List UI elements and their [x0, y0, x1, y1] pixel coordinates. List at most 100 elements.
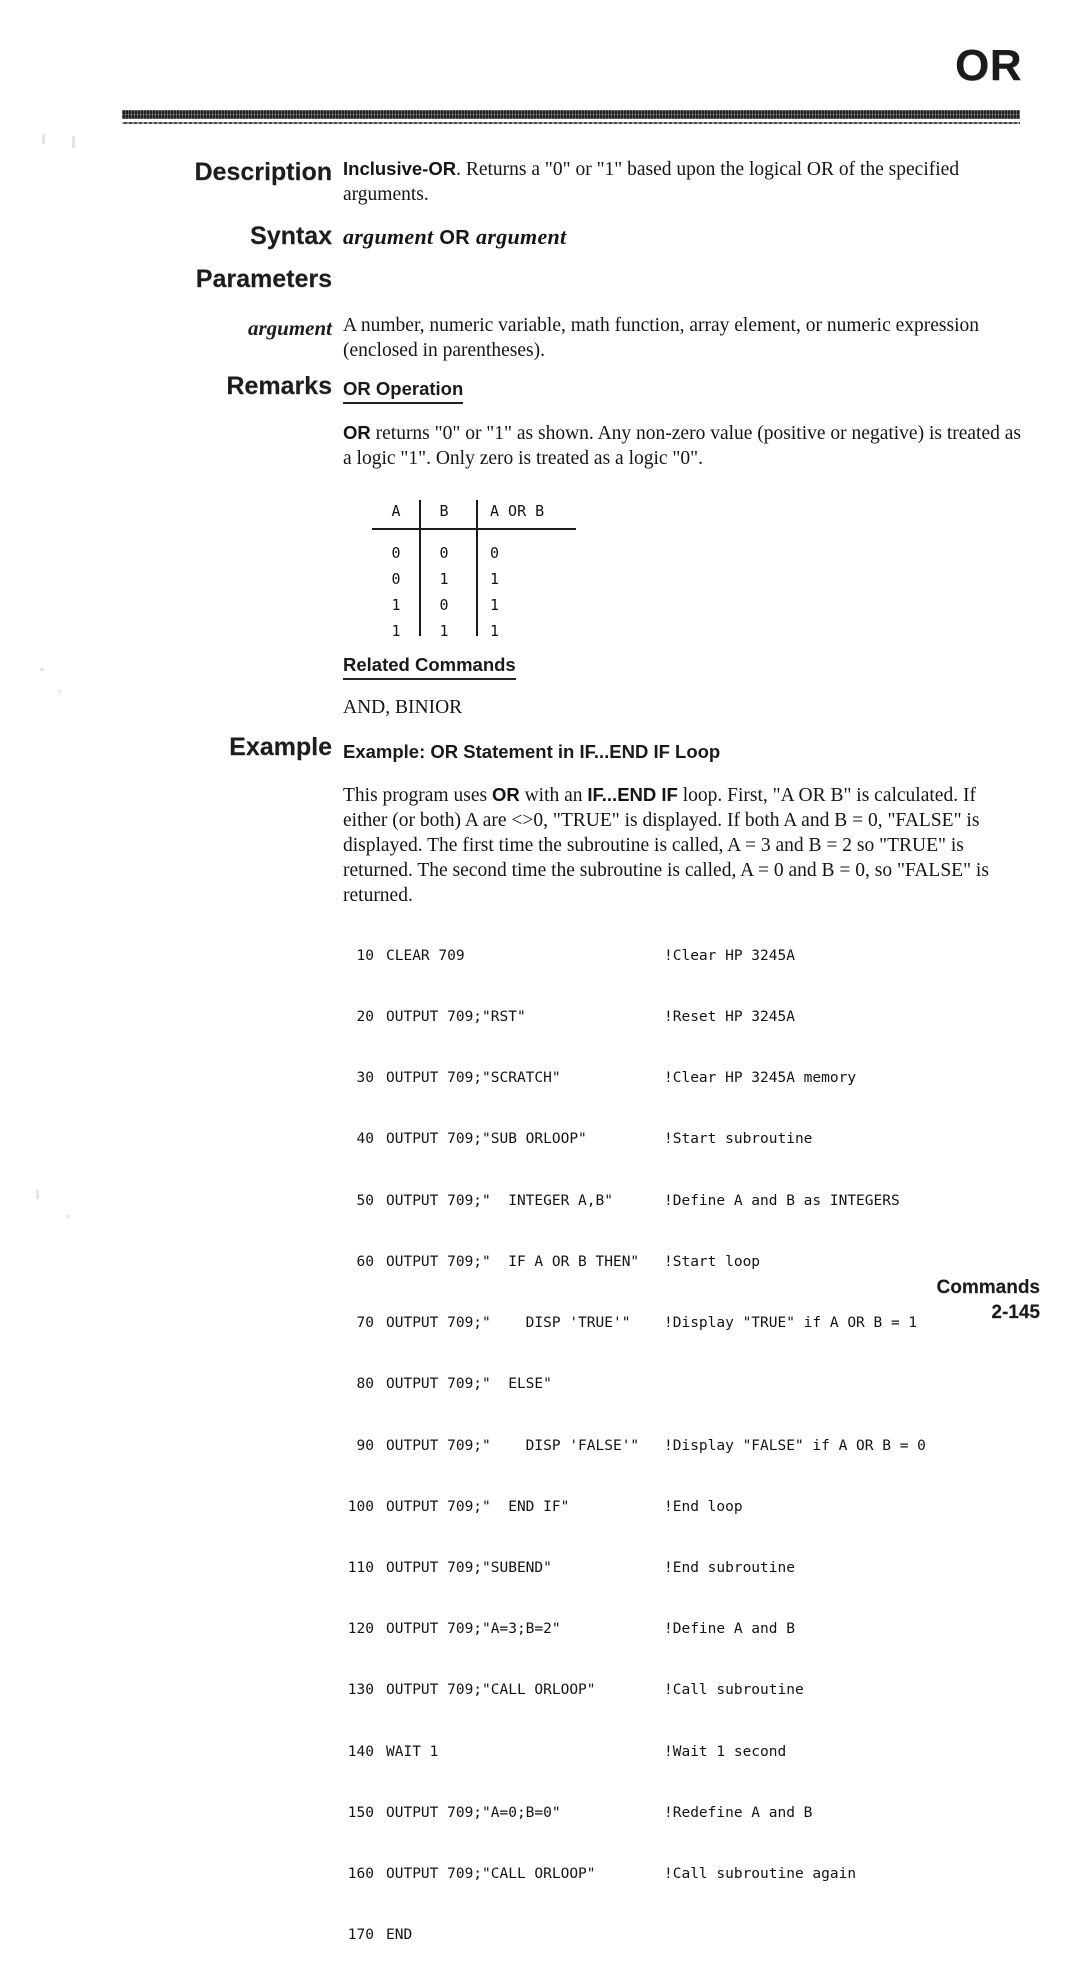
- code-line: 120 OUTPUT 709;"A=3;B=2" !Define A and B: [330, 1619, 994, 1639]
- syntax-operator: OR: [439, 227, 471, 249]
- code-line-number: 30: [356, 1070, 374, 1087]
- header-rule: [122, 110, 1020, 124]
- code-line-number: 90: [356, 1437, 374, 1454]
- code-line-number: 20: [356, 1009, 374, 1026]
- cell-a: 0: [391, 570, 401, 588]
- code-comment: !End loop: [664, 1498, 743, 1515]
- code-line: 110 OUTPUT 709;"SUBEND" !End subroutine: [330, 1558, 994, 1578]
- cell-b: 1: [439, 570, 449, 588]
- section-label-remarks: Remarks: [226, 372, 332, 400]
- code-line-number: 130: [347, 1682, 374, 1699]
- cell-a: 0: [391, 544, 401, 562]
- example-heading: Example: OR Statement in IF...END IF Loo…: [343, 741, 721, 762]
- related-commands-heading: Related Commands: [343, 652, 516, 680]
- code-statement: OUTPUT 709;" IF A OR B THEN": [386, 1253, 640, 1270]
- manual-page: OR Description Inclusive-OR. Returns a "…: [0, 0, 1080, 1943]
- code-line: 140 WAIT 1 !Wait 1 second: [330, 1742, 994, 1762]
- or-operation-heading-wrap: OR Operation: [343, 376, 1021, 404]
- example-paragraph-part-2: with an: [519, 785, 588, 806]
- code-statement: OUTPUT 709;"A=3;B=2": [386, 1621, 561, 1638]
- table-row: 1 1 1: [372, 618, 602, 644]
- page-footer: Commands 2-145: [937, 1275, 1040, 1325]
- code-statement: OUTPUT 709;"CALL ORLOOP": [386, 1682, 596, 1699]
- code-line: 50 OUTPUT 709;" INTEGER A,B" !Define A and…: [330, 1191, 994, 1211]
- section-label-parameters: Parameters: [195, 265, 332, 293]
- cell-b: 0: [439, 544, 449, 562]
- syntax-expression: argument OR argument: [343, 224, 1021, 251]
- code-comment: !Redefine A and B: [664, 1804, 813, 1821]
- code-line-number: 120: [347, 1621, 374, 1638]
- truth-table-body: 0 0 0 0 1 1 1 0 1 1 1 1: [372, 524, 602, 644]
- code-line-number: 40: [356, 1131, 374, 1148]
- code-statement: OUTPUT 709;" DISP 'TRUE'": [386, 1315, 631, 1332]
- description-lead: Inclusive-OR: [343, 158, 457, 179]
- scan-artifact: [36, 1190, 39, 1199]
- code-statement: END: [386, 1927, 413, 1944]
- or-operation-heading: OR Operation: [343, 376, 464, 404]
- code-comment: !End subroutine: [664, 1560, 795, 1576]
- example-bold-or: OR: [491, 784, 520, 805]
- code-statement: OUTPUT 709;"RST": [386, 1009, 526, 1026]
- code-comment: !Wait 1 second: [664, 1743, 787, 1760]
- code-line: 20 OUTPUT 709;"RST" !Reset HP 3245A: [330, 1007, 994, 1027]
- truth-table-header-rule: [372, 528, 576, 530]
- code-line: 40 OUTPUT 709;"SUB ORLOOP" !Start subrouti…: [330, 1129, 994, 1149]
- code-listing: 10 CLEAR 709 !Clear HP 3245A 20 OUTPUT 709;…: [330, 905, 994, 1987]
- cell-result: 1: [490, 596, 500, 614]
- code-comment: !Reset HP 3245A: [664, 1009, 795, 1026]
- footer-page-number: 2-145: [991, 1302, 1040, 1323]
- scan-artifact: [40, 668, 44, 671]
- page-title: OR: [955, 41, 1022, 90]
- code-line-number: 70: [356, 1315, 374, 1332]
- example-bold-ifendif: IF...END IF: [587, 784, 678, 805]
- code-statement: CLEAR 709: [386, 947, 465, 964]
- footer-chapter: Commands: [936, 1277, 1040, 1298]
- truth-table-divider-2: [476, 500, 478, 636]
- scan-artifact: [66, 1215, 69, 1218]
- syntax-arg-right: argument: [476, 224, 567, 249]
- header-rule-thick: [122, 110, 1020, 119]
- section-label-example: Example: [229, 733, 332, 761]
- truth-table-grid: A B A OR B 0 0 0 0 1 1 1 0 1 1 1 1: [372, 498, 602, 644]
- code-line-number: 80: [356, 1376, 374, 1393]
- code-statement: OUTPUT 709;"SUB ORLOOP": [386, 1131, 587, 1148]
- code-comment: !Start subroutine: [664, 1131, 813, 1148]
- scan-artifact: [72, 136, 75, 148]
- code-line: 10 CLEAR 709 !Clear HP 3245A: [330, 946, 994, 966]
- code-statement: WAIT 1: [386, 1743, 439, 1760]
- code-comment: [664, 1374, 994, 1394]
- code-line-number: 50: [356, 1192, 374, 1209]
- truth-table-header-row: A B A OR B: [372, 498, 602, 524]
- cell-a: 1: [391, 622, 401, 640]
- code-comment: !Clear HP 3245A: [664, 947, 795, 964]
- code-comment: !Define A and B: [664, 1621, 795, 1638]
- scan-artifact: [58, 690, 61, 693]
- example-paragraph-part-1: This program uses: [343, 785, 492, 806]
- code-line-number: 170: [347, 1927, 374, 1944]
- or-operation-bold-or: OR: [343, 422, 371, 443]
- code-line: 60 OUTPUT 709;" IF A OR B THEN" !Start loo…: [330, 1252, 994, 1272]
- code-statement: OUTPUT 709;" DISP 'FALSE'": [386, 1437, 640, 1454]
- parameter-name-argument: argument: [247, 316, 332, 340]
- code-line: 160 OUTPUT 709;"CALL ORLOOP" !Call subrout…: [330, 1864, 994, 1884]
- table-row: 0 0 0: [372, 540, 602, 566]
- truth-table-header-a: A: [391, 502, 401, 520]
- section-label-description: Description: [194, 158, 332, 186]
- or-operation-paragraph: OR returns "0" or "1" as shown. Any non-…: [343, 420, 1021, 471]
- example-heading-wrap: Example: OR Statement in IF...END IF Loo…: [343, 739, 1021, 765]
- code-line: 130 OUTPUT 709;"CALL ORLOOP" !Call subrout…: [330, 1680, 994, 1700]
- cell-b: 0: [439, 596, 449, 614]
- code-statement: OUTPUT 709;"A=0;B=0": [386, 1804, 561, 1821]
- truth-table: A B A OR B 0 0 0 0 1 1 1 0 1 1 1 1: [372, 498, 602, 644]
- code-statement: OUTPUT 709;" END IF": [386, 1498, 570, 1515]
- code-line-number: 160: [347, 1866, 374, 1883]
- cell-b: 1: [439, 622, 449, 640]
- related-commands-heading-wrap: Related Commands: [343, 652, 1021, 680]
- description-text: Inclusive-OR. Returns a "0" or "1" based…: [343, 156, 1021, 207]
- code-statement: OUTPUT 709;" INTEGER A,B": [386, 1192, 613, 1209]
- code-comment: !Define A and B as INTEGERS: [664, 1192, 900, 1209]
- code-statement: OUTPUT 709;" ELSE": [386, 1376, 552, 1393]
- or-operation-text: returns "0" or "1" as shown. Any non-zer…: [343, 423, 1022, 469]
- section-label-syntax: Syntax: [250, 222, 332, 250]
- code-comment: !Call subroutine again: [664, 1866, 857, 1883]
